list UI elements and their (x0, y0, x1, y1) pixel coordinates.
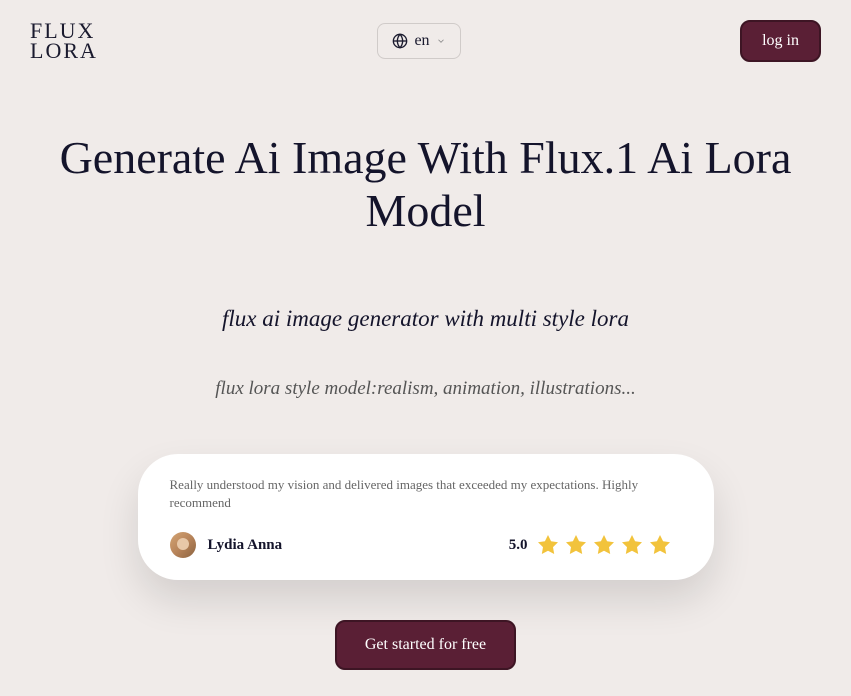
review-footer: Lydia Anna 5.0 (170, 532, 672, 558)
logo-line2: LORA (30, 41, 98, 61)
avatar (170, 532, 196, 558)
reviewer: Lydia Anna (170, 532, 283, 558)
lang-label: en (414, 32, 429, 50)
star-icon (648, 533, 672, 557)
star-icon (536, 533, 560, 557)
rating-value: 5.0 (509, 537, 528, 554)
header: FLUX LORA en log in (0, 0, 851, 82)
hero-title: Generate Ai Image With Flux.1 Ai Lora Mo… (46, 132, 806, 238)
stars (536, 533, 672, 557)
chevron-down-icon (436, 36, 446, 46)
review-card: Really understood my vision and delivere… (138, 454, 714, 580)
login-button[interactable]: log in (740, 20, 821, 62)
hero-subtitle: flux ai image generator with multi style… (40, 306, 811, 332)
main-content: Generate Ai Image With Flux.1 Ai Lora Mo… (0, 82, 851, 670)
star-icon (592, 533, 616, 557)
globe-icon (392, 33, 408, 49)
hero-subtitle2: flux lora style model:realism, animation… (40, 378, 811, 400)
review-text: Really understood my vision and delivere… (170, 476, 672, 512)
language-selector[interactable]: en (377, 23, 460, 59)
reviewer-name: Lydia Anna (208, 537, 283, 554)
logo[interactable]: FLUX LORA (30, 21, 98, 61)
get-started-button[interactable]: Get started for free (335, 620, 516, 670)
rating: 5.0 (509, 533, 672, 557)
star-icon (620, 533, 644, 557)
star-icon (564, 533, 588, 557)
